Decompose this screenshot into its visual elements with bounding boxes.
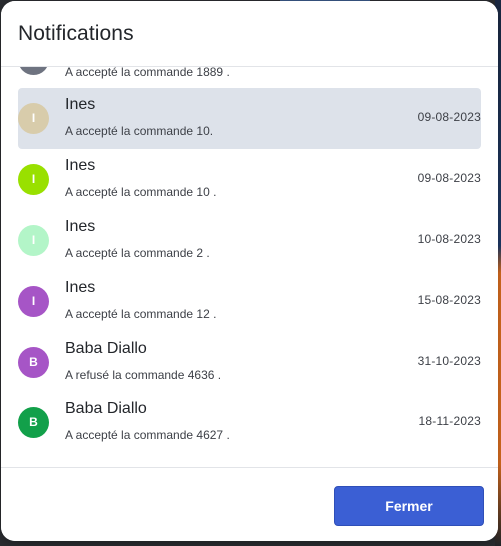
dialog-footer: Fermer xyxy=(1,467,498,541)
notification-message: A accepté la commande 10 . xyxy=(65,185,217,199)
notification-sender: Ines xyxy=(65,218,96,235)
notification-item[interactable]: B Baba Diallo A accepté la commande 4627… xyxy=(18,392,481,453)
notification-sender: Baba Diallo xyxy=(65,340,147,357)
dialog-header: Notifications xyxy=(1,1,498,67)
notification-date: 31-10-2023 xyxy=(417,354,481,368)
notification-message: A refusé la commande 4636 . xyxy=(65,368,222,382)
notification-date: 10-08-2023 xyxy=(417,232,481,246)
notification-item[interactable]: B Baba Diallo A refusé la commande 4636 … xyxy=(18,332,481,393)
notification-item[interactable]: I Ines A accepté la commande 2 . 10-08-2… xyxy=(18,210,481,271)
notification-sender: Ines xyxy=(65,96,96,113)
notification-item[interactable]: I Ines A accepté la commande 12 . 15-08-… xyxy=(18,271,481,332)
notification-message: A accepté la commande 10. xyxy=(65,124,214,138)
avatar: I xyxy=(18,225,49,256)
avatar: I xyxy=(18,164,49,195)
notification-message: A accepté la commande 12 . xyxy=(65,307,217,321)
notification-item-selected[interactable]: I Ines A accepté la commande 10. 09-08-2… xyxy=(18,88,481,149)
close-button[interactable]: Fermer xyxy=(334,486,484,526)
notification-sender: Baba Diallo xyxy=(65,400,147,417)
notification-sender: Ines xyxy=(65,157,96,174)
notification-message: A accepté la commande 4627 . xyxy=(65,428,230,442)
avatar: B xyxy=(18,347,49,378)
notification-list[interactable]: A accepté la commande 1889 . I Ines A ac… xyxy=(1,67,498,467)
notification-item[interactable]: A accepté la commande 1889 . xyxy=(18,67,481,90)
notification-date: 18-11-2023 xyxy=(418,414,481,428)
avatar: I xyxy=(18,103,49,134)
notification-date: 09-08-2023 xyxy=(417,171,481,185)
avatar xyxy=(18,67,49,75)
avatar: I xyxy=(18,286,49,317)
notification-item[interactable]: I Ines A accepté la commande 10 . 09-08-… xyxy=(18,149,481,210)
dialog-title: Notifications xyxy=(18,22,134,45)
notification-sender: Ines xyxy=(65,279,96,296)
avatar: B xyxy=(18,407,49,438)
notification-date: 15-08-2023 xyxy=(417,293,481,307)
notifications-dialog: Notifications A accepté la commande 1889… xyxy=(1,1,498,541)
notification-message: A accepté la commande 1889 . xyxy=(65,67,230,79)
notification-message: A accepté la commande 2 . xyxy=(65,246,210,260)
notification-date: 09-08-2023 xyxy=(417,110,481,124)
